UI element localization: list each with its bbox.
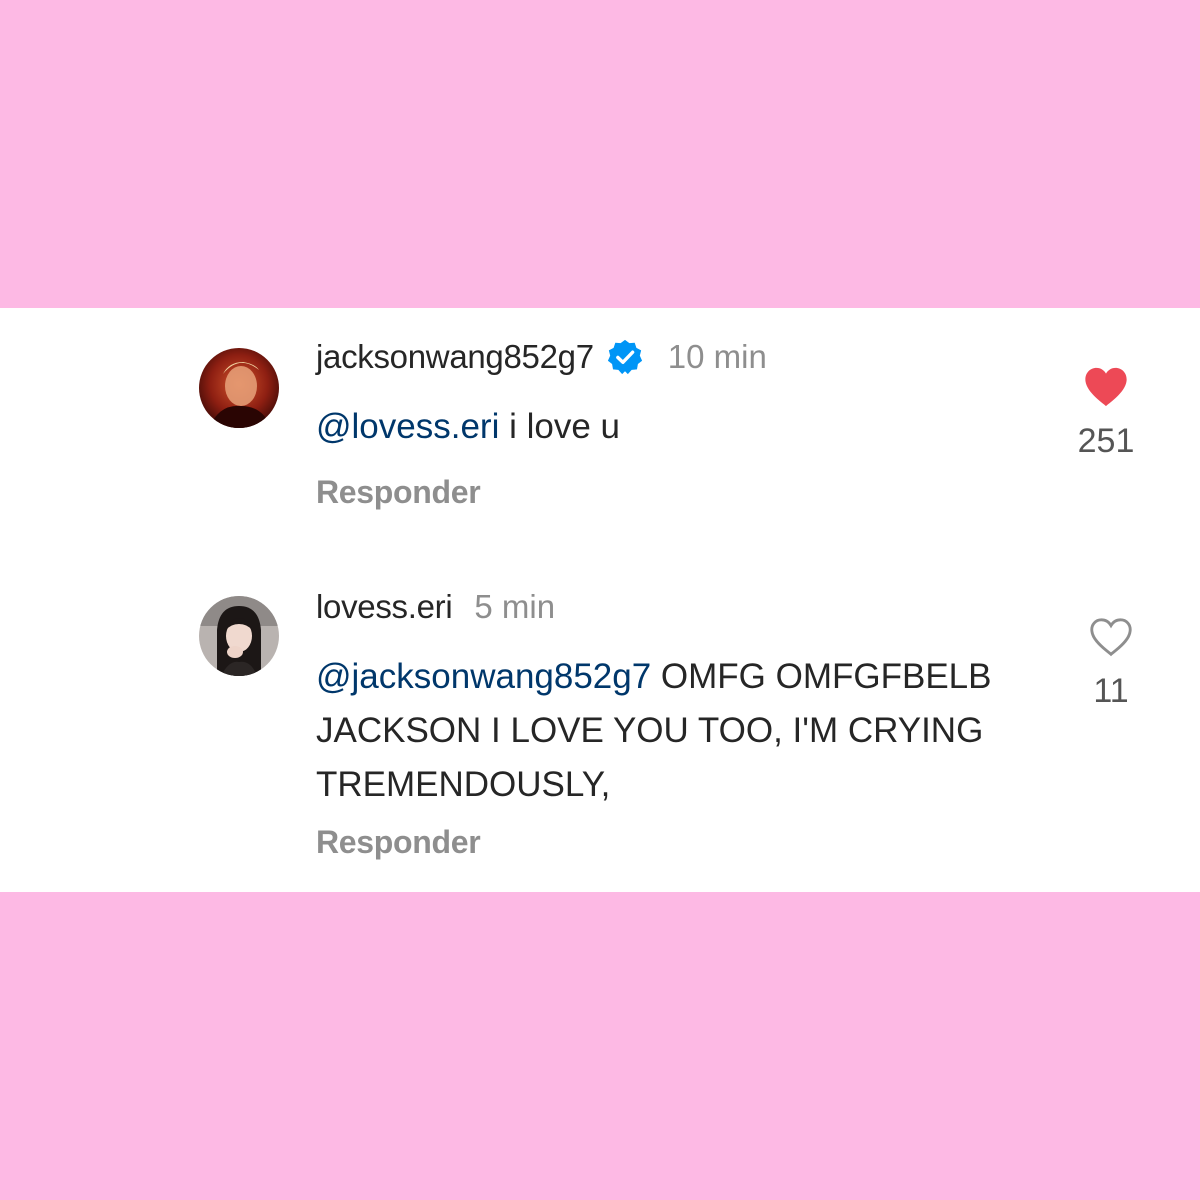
avatar-icon	[199, 596, 279, 676]
username-link[interactable]: lovess.eri	[316, 588, 453, 626]
comment-header: lovess.eri 5 min	[316, 586, 555, 628]
verified-badge-icon	[606, 338, 644, 376]
comment-timestamp: 5 min	[474, 588, 556, 625]
heart-filled-icon[interactable]	[1083, 366, 1129, 408]
username-link[interactable]: jacksonwang852g7	[316, 338, 594, 376]
mention-link[interactable]: @jacksonwang852g7	[316, 657, 651, 696]
comment-timestamp: 10 min	[667, 338, 767, 375]
comment-text: @lovess.eri i love u	[316, 400, 1036, 454]
comment-item: lovess.eri 5 min @jacksonwang852g7 OMFG …	[0, 558, 1200, 892]
avatar[interactable]	[199, 596, 279, 676]
like-count: 251	[1077, 422, 1135, 460]
comments-panel: jacksonwang852g7 10 min @lovess.eri i lo…	[0, 308, 1200, 892]
like-count: 11	[1093, 672, 1129, 710]
mention-link[interactable]: @lovess.eri	[316, 407, 499, 446]
comment-body: i love u	[499, 407, 620, 446]
reply-button[interactable]: Responder	[316, 824, 481, 861]
comment-header: jacksonwang852g7 10 min	[316, 336, 767, 378]
comment-text: @jacksonwang852g7 OMFG OMFGFBELB JACKSON…	[316, 650, 1036, 812]
avatar-icon	[199, 348, 279, 428]
heart-outline-icon[interactable]	[1088, 616, 1134, 658]
like-control: 251	[1071, 366, 1141, 461]
avatar[interactable]	[199, 348, 279, 428]
like-control: 11	[1076, 616, 1146, 711]
reply-button[interactable]: Responder	[316, 474, 481, 511]
comment-item: jacksonwang852g7 10 min @lovess.eri i lo…	[0, 308, 1200, 558]
